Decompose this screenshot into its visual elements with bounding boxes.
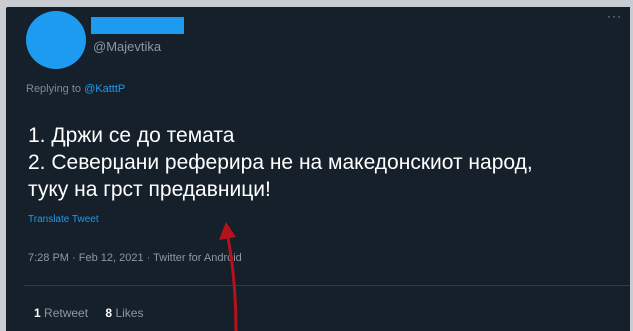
likes-count: 8 <box>105 306 113 320</box>
tweet-stats: 1 Retweet 8 Likes <box>34 306 157 320</box>
tweet-text-line: туку на грст предавници! <box>28 178 271 201</box>
replying-to-line: Replying to @KatttP <box>26 83 125 95</box>
avatar[interactable] <box>26 11 86 69</box>
display-name-redaction <box>91 17 184 34</box>
divider <box>24 285 630 286</box>
replying-to-prefix: Replying to <box>26 83 85 95</box>
tweet-text-line: 1. Држи се до темата <box>28 124 235 147</box>
retweets-label: Retweet <box>44 306 89 320</box>
user-handle[interactable]: @Majevtika <box>93 39 161 54</box>
likes-stat[interactable]: 8 Likes <box>105 306 143 320</box>
tweet-text: 1. Држи се до темата 2. Северџани рефери… <box>28 122 623 203</box>
tweet-text-line: 2. Северџани реферира не на македонскиот… <box>28 151 533 174</box>
retweets-stat[interactable]: 1 Retweet <box>34 306 88 320</box>
retweets-count: 1 <box>34 306 41 320</box>
translate-tweet-link[interactable]: Translate Tweet <box>28 214 99 225</box>
tweet-card: @Majevtika ··· Replying to @KatttP 1. Др… <box>6 7 630 331</box>
reply-target-link[interactable]: @KatttP <box>84 83 125 95</box>
more-options-icon[interactable]: ··· <box>607 9 622 23</box>
tweet-timestamp[interactable]: 7:28 PM · Feb 12, 2021 · Twitter for And… <box>28 252 242 264</box>
likes-label: Likes <box>115 306 144 320</box>
